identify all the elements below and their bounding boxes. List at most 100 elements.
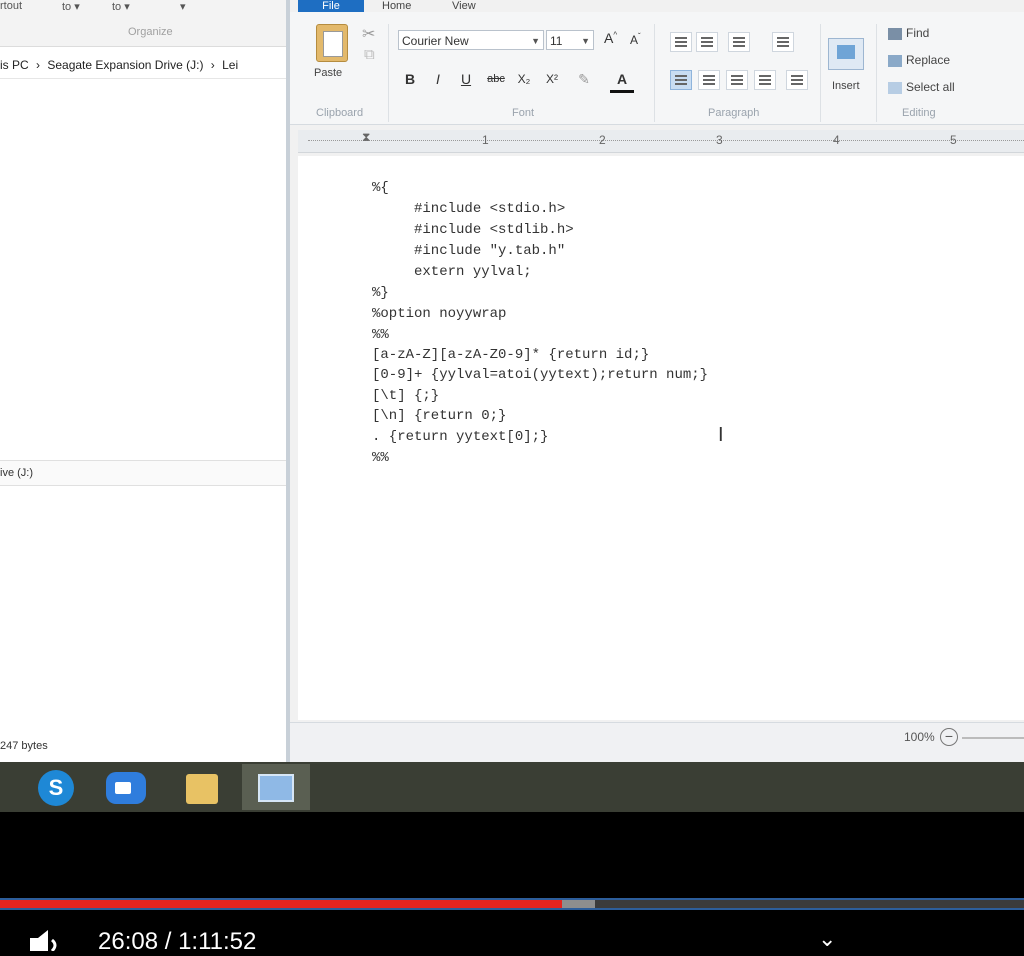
replace-label: Replace [906, 53, 951, 67]
taskbar-wordpad[interactable] [242, 764, 310, 810]
nav-item-drive[interactable]: ive (J:) [0, 460, 288, 486]
paragraph-group-label: Paragraph [708, 107, 760, 119]
superscript-button[interactable]: X² [540, 68, 564, 90]
clipboard-group-label: Clipboard [316, 107, 364, 119]
find-label: Find [906, 26, 930, 40]
binoculars-icon [888, 27, 902, 40]
ribbon-divider [654, 24, 655, 122]
editing-group-label: Editing [902, 107, 936, 119]
ruler-mark: 1 [482, 133, 489, 147]
italic-button[interactable]: I [426, 68, 450, 90]
ruler-mark: 5 [950, 133, 957, 147]
taskbar-file-explorer[interactable] [168, 764, 236, 810]
address-bar[interactable]: is PC › Seagate Expansion Drive (J:) › L… [0, 52, 288, 79]
ribbon-divider [876, 24, 877, 122]
copy-icon[interactable]: ⧉ [364, 46, 375, 63]
zoom-app-icon [106, 772, 146, 804]
breadcrumb-drive[interactable]: Seagate Expansion Drive (J:) [47, 58, 203, 72]
tab-home[interactable]: Home [382, 0, 411, 12]
increase-indent-icon[interactable] [696, 32, 718, 52]
document-line[interactable]: %option noyywrap [372, 306, 506, 322]
text-color-icon[interactable]: A [610, 68, 634, 93]
wordpad-ribbon: Paste ✂ ⧉ Clipboard Courier New ▼ 11 ▼ A… [290, 12, 1024, 125]
zoom-out-button[interactable]: − [940, 728, 958, 746]
explorer-ribbon-button[interactable]: rtout [0, 0, 22, 12]
shrink-font-icon[interactable]: Aˇ [630, 32, 641, 47]
document-line[interactable]: [a-zA-Z][a-zA-Z0-9]* {return id;} [372, 347, 649, 363]
document-line[interactable]: [0-9]+ {yylval=atoi(yytext);return num;} [372, 367, 708, 383]
replace-icon [888, 54, 902, 67]
breadcrumb-folder[interactable]: Lei [222, 58, 238, 72]
subscript-button[interactable]: X₂ [512, 68, 536, 90]
explorer-ribbon-button[interactable]: ▾ [180, 0, 186, 13]
explorer-status-text: 247 bytes [0, 740, 48, 752]
underline-button[interactable]: U [454, 68, 478, 90]
breadcrumb-separator-icon: › [210, 58, 215, 72]
folder-icon [186, 774, 218, 804]
video-played [0, 900, 562, 908]
paste-button[interactable]: Paste [314, 67, 342, 79]
bullet-list-icon[interactable] [728, 32, 750, 52]
explorer-ribbon: rtout to ▾ to ▾ ▾ Organize [0, 0, 288, 47]
video-time: 26:08 / 1:11:52 [98, 928, 257, 955]
zoom-slider[interactable] [962, 737, 1024, 739]
line-spacing-icon[interactable] [772, 32, 794, 52]
document-line[interactable]: [\t] {;} [372, 388, 439, 404]
font-family-select[interactable]: Courier New ▼ [398, 30, 544, 50]
cut-icon[interactable]: ✂ [362, 24, 375, 44]
font-group-label: Font [512, 107, 535, 119]
skype-icon: S [38, 770, 74, 806]
chevron-down-icon: ▼ [531, 36, 540, 46]
insert-button[interactable]: Insert [832, 80, 860, 92]
document-page[interactable]: %{ #include <stdio.h> #include <stdlib.h… [298, 156, 1024, 720]
taskbar-skype[interactable]: S [20, 764, 88, 810]
tab-file[interactable]: File [298, 0, 364, 12]
tab-view[interactable]: View [452, 0, 476, 12]
select-all-icon [888, 81, 902, 94]
wordpad-icon [258, 774, 294, 802]
font-size-select[interactable]: 11 ▼ [546, 30, 594, 50]
paragraph-settings-icon[interactable] [786, 70, 808, 90]
decrease-indent-icon[interactable] [670, 32, 692, 52]
paste-icon[interactable] [316, 24, 348, 62]
breadcrumb-separator-icon: › [36, 58, 41, 72]
ruler-mark: 3 [716, 133, 723, 147]
chevron-down-icon: ▼ [581, 36, 590, 46]
chevron-down-icon[interactable]: ⌄ [818, 926, 836, 952]
document-line[interactable]: #include <stdlib.h> [372, 222, 574, 238]
taskbar-zoom[interactable] [92, 764, 160, 810]
text-cursor-icon: I [718, 424, 724, 446]
breadcrumb-this-pc[interactable]: is PC [0, 58, 29, 72]
file-explorer-window: rtout to ▾ to ▾ ▾ Organize is PC › Seaga… [0, 0, 288, 762]
document-line[interactable]: . {return yytext[0];} [372, 429, 548, 445]
explorer-ribbon-button[interactable]: to ▾ [112, 0, 130, 13]
align-right-icon[interactable] [726, 70, 748, 90]
select-all-label: Select all [906, 80, 955, 94]
bold-button[interactable]: B [398, 68, 422, 90]
document-line[interactable]: %% [372, 327, 389, 343]
strikethrough-button[interactable]: abc [484, 68, 508, 90]
font-family-value: Courier New [402, 34, 469, 48]
grow-font-icon[interactable]: A^ [604, 30, 617, 46]
align-left-icon[interactable] [670, 70, 692, 90]
find-button[interactable]: Find [888, 26, 929, 40]
justify-icon[interactable] [754, 70, 776, 90]
replace-button[interactable]: Replace [888, 53, 950, 67]
document-line[interactable]: #include <stdio.h> [372, 201, 565, 217]
volume-icon[interactable] [30, 928, 64, 951]
indent-marker-icon[interactable]: ⧗ [362, 130, 370, 145]
explorer-ribbon-button[interactable]: to ▾ [62, 0, 80, 13]
document-line[interactable]: [\n] {return 0;} [372, 408, 506, 424]
document-line[interactable]: %% [372, 450, 389, 466]
document-line[interactable]: #include "y.tab.h" [372, 243, 565, 259]
document-line[interactable]: %} [372, 285, 389, 301]
select-all-button[interactable]: Select all [888, 80, 955, 94]
ribbon-divider [820, 24, 821, 122]
document-line[interactable]: extern yylval; [372, 264, 532, 280]
document-line[interactable]: %{ [372, 180, 389, 196]
highlight-color-icon[interactable]: ✎ [572, 68, 596, 90]
ruler[interactable]: ⧗ 1 2 3 4 5 [298, 130, 1024, 153]
insert-picture-icon[interactable] [828, 38, 864, 70]
align-center-icon[interactable] [698, 70, 720, 90]
ribbon-divider [388, 24, 389, 122]
